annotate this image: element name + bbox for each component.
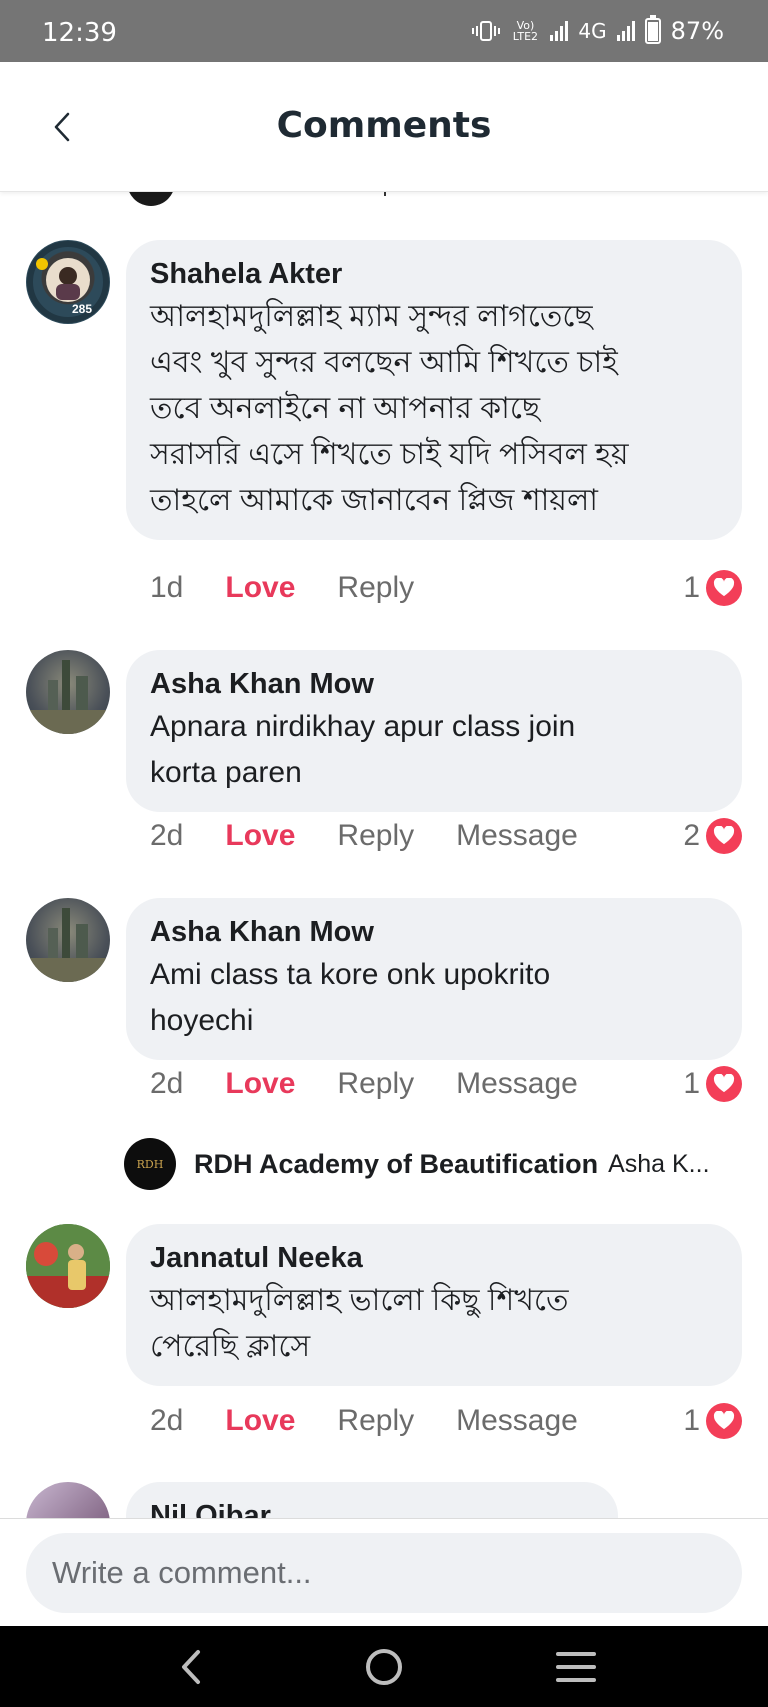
status-bar: 12:39 Vo) LTE2 4G 87% bbox=[0, 0, 768, 62]
comment-line: আলহামদুলিল্লাহ ম্যাম সুন্দর লাগতেছে bbox=[150, 300, 593, 333]
page-logo-avatar[interactable]: RDH bbox=[124, 1138, 176, 1190]
comment-author[interactable]: Asha Khan Mow bbox=[150, 664, 716, 704]
comment-actions: 2d Love Reply Message bbox=[150, 1064, 620, 1104]
comment-line: hoyechi bbox=[150, 1004, 254, 1037]
comment-bubble[interactable]: Asha Khan Mow Apnara nirdikhay apur clas… bbox=[126, 650, 742, 812]
avatar-frame-icon bbox=[27, 241, 109, 323]
comment-text: আলহামদুলিল্লাহ ভালো কিছু শিখতে পেরেছি ক্… bbox=[150, 1278, 716, 1370]
comment-line: korta paren bbox=[150, 756, 302, 789]
comment-time: 1d bbox=[150, 571, 184, 604]
avatar[interactable] bbox=[127, 192, 175, 206]
reaction-number: 2 bbox=[683, 819, 700, 852]
comment-actions: 2d Love Reply Message bbox=[150, 816, 620, 856]
avatar-badge: 285 bbox=[72, 302, 93, 316]
reply-button[interactable]: Reply bbox=[337, 1067, 414, 1101]
comment-text: আলহামদুলিল্লাহ ম্যাম সুন্দর লাগতেছে এবং … bbox=[150, 294, 716, 524]
comment-line: Ami class ta kore onk upokrito bbox=[150, 958, 551, 991]
love-button[interactable]: Love bbox=[225, 1404, 295, 1438]
message-button[interactable]: Message bbox=[456, 1067, 578, 1101]
avatar[interactable] bbox=[26, 898, 110, 982]
avatar-image-icon bbox=[26, 1224, 110, 1308]
comment-line: পেরেছি ক্লাসে bbox=[150, 1330, 311, 1363]
signal-icon bbox=[550, 21, 569, 41]
heart-reaction-icon bbox=[706, 1403, 742, 1439]
volte-label: Vo) LTE2 bbox=[512, 19, 539, 43]
comment-bubble[interactable]: Nil Oibar bbox=[126, 1482, 618, 1518]
comment-composer bbox=[0, 1518, 768, 1626]
comment-feed[interactable]: 285 Shahela Akter আলহামদুলিল্লাহ ম্যাম স… bbox=[0, 192, 768, 1518]
comment-author[interactable]: Asha Khan Mow bbox=[150, 912, 716, 952]
comment-text: Apnara nirdikhay apur class join korta p… bbox=[150, 704, 716, 796]
nav-back-button[interactable] bbox=[168, 1644, 216, 1690]
avatar[interactable] bbox=[26, 1482, 110, 1518]
comment-bubble[interactable]: Shahela Akter আলহামদুলিল্লাহ ম্যাম সুন্দ… bbox=[126, 240, 742, 540]
reply-snippet: Asha K... bbox=[608, 1149, 710, 1178]
comment-author[interactable]: Nil Oibar bbox=[150, 1496, 592, 1518]
avatar[interactable] bbox=[26, 1224, 110, 1308]
comment-time: 2d bbox=[150, 1067, 184, 1100]
love-button[interactable]: Love bbox=[225, 1067, 295, 1101]
reaction-count[interactable]: 1 bbox=[683, 1064, 742, 1104]
nav-back-icon bbox=[182, 1650, 200, 1684]
comment-line: সরাসরি এসে শিখতে চাই যদি পসিবল হয় bbox=[150, 438, 629, 471]
comment-line: আলহামদুলিল্লাহ ভালো কিছু শিখতে bbox=[150, 1284, 569, 1317]
reply-button[interactable]: Reply bbox=[337, 819, 414, 853]
reply-button[interactable]: Reply bbox=[337, 571, 414, 605]
nav-menu-icon bbox=[556, 1652, 596, 1682]
comment-actions: 2d Love Reply Message bbox=[150, 1401, 620, 1441]
status-time: 12:39 bbox=[42, 18, 117, 48]
comment-author[interactable]: Jannatul Neeka bbox=[150, 1238, 716, 1278]
comment-text: Ami class ta kore onk upokrito hoyechi bbox=[150, 952, 716, 1044]
comment-time: 2d bbox=[150, 1404, 184, 1437]
heart-reaction-icon bbox=[706, 570, 742, 606]
page-title: Comments bbox=[276, 105, 492, 146]
comment-line: তবে অনলাইনে না আপনার কাছে bbox=[150, 392, 541, 425]
comment-actions: 1d Love Reply bbox=[150, 568, 456, 608]
reaction-count[interactable]: 1 bbox=[683, 568, 742, 608]
love-button[interactable]: Love bbox=[225, 819, 295, 853]
avatar-image-icon bbox=[26, 908, 110, 982]
comment-line: তাহলে আমাকে জানাবেন প্লিজ শায়লা bbox=[150, 484, 598, 517]
truncated-text bbox=[380, 192, 386, 196]
system-nav-bar bbox=[0, 1626, 768, 1707]
nav-home-icon bbox=[366, 1649, 402, 1685]
comment-author[interactable]: Shahela Akter bbox=[150, 254, 716, 294]
comment-bubble[interactable]: Asha Khan Mow Ami class ta kore onk upok… bbox=[126, 898, 742, 1060]
love-button[interactable]: Love bbox=[225, 571, 295, 605]
reaction-number: 1 bbox=[683, 1404, 700, 1437]
comment-bubble[interactable]: Jannatul Neeka আলহামদুলিল্লাহ ভালো কিছু … bbox=[126, 1224, 742, 1386]
reply-author[interactable]: RDH Academy of Beautification bbox=[194, 1149, 598, 1180]
comments-header: Comments bbox=[0, 62, 768, 192]
avatar[interactable]: 285 bbox=[26, 240, 110, 324]
comment-input[interactable] bbox=[26, 1533, 742, 1613]
reaction-count[interactable]: 1 bbox=[683, 1401, 742, 1441]
message-button[interactable]: Message bbox=[456, 819, 578, 853]
message-button[interactable]: Message bbox=[456, 1404, 578, 1438]
comment-time: 2d bbox=[150, 819, 184, 852]
nav-home-button[interactable] bbox=[360, 1644, 408, 1690]
comment-line: Apnara nirdikhay apur class join bbox=[150, 710, 576, 743]
heart-reaction-icon bbox=[706, 818, 742, 854]
battery-icon bbox=[644, 15, 661, 44]
reaction-count[interactable]: 2 bbox=[683, 816, 742, 856]
network-label: 4G bbox=[578, 19, 607, 43]
reaction-number: 1 bbox=[683, 1067, 700, 1100]
nav-menu-button[interactable] bbox=[552, 1644, 600, 1690]
signal-icon-2 bbox=[616, 21, 635, 41]
reply-preview[interactable]: RDH RDH Academy of Beautification Asha K… bbox=[124, 1136, 710, 1192]
reaction-number: 1 bbox=[683, 571, 700, 604]
heart-reaction-icon bbox=[706, 1066, 742, 1102]
status-icons: Vo) LTE2 4G 87% bbox=[472, 14, 724, 48]
logo-text: RDH bbox=[136, 1157, 164, 1171]
reply-button[interactable]: Reply bbox=[337, 1404, 414, 1438]
vibrate-icon bbox=[472, 21, 501, 41]
battery-percent: 87% bbox=[670, 17, 724, 45]
avatar-image-icon bbox=[26, 660, 110, 734]
avatar[interactable] bbox=[26, 650, 110, 734]
comment-line: এবং খুব সুন্দর বলছেন আমি শিখতে চাই bbox=[150, 346, 618, 379]
